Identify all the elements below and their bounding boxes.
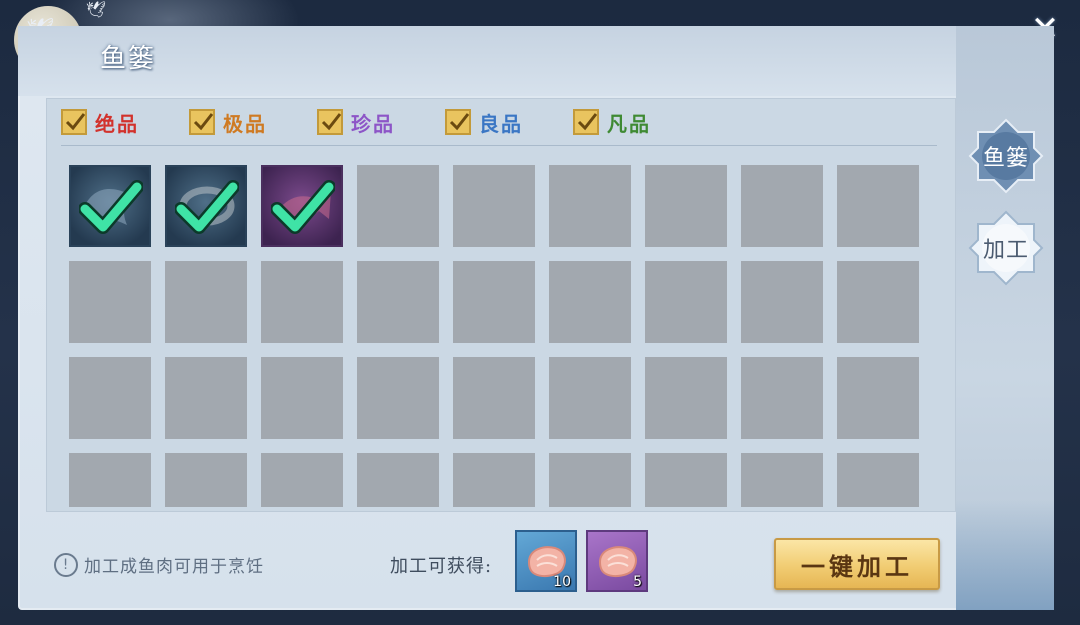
fish-slot-grid [69, 165, 929, 507]
empty-slot[interactable] [741, 261, 823, 343]
reward-item-fish-meat[interactable]: 10 [515, 530, 577, 592]
filter-juepin[interactable]: 绝品 [61, 108, 139, 137]
tab-label: 加工 [982, 238, 1029, 263]
empty-slot[interactable] [357, 453, 439, 507]
window-title: 鱼篓 [100, 44, 157, 74]
empty-slot[interactable] [69, 261, 151, 343]
fish-basket-panel: 鱼篓 绝品 极品 珍品 良品 凡品 ! 加工成鱼肉可用于烹饪 加工可获得: 10… [18, 26, 1054, 610]
fish-slot-manta-ray[interactable] [69, 165, 151, 247]
empty-slot[interactable] [69, 453, 151, 507]
empty-slot[interactable] [165, 261, 247, 343]
checkmark-icon [271, 180, 335, 234]
empty-slot[interactable] [837, 261, 919, 343]
one-click-process-button[interactable]: 一键加工 [774, 538, 940, 590]
filter-label: 绝品 [95, 111, 139, 136]
filter-label: 极品 [223, 111, 267, 136]
checkbox-icon[interactable] [317, 109, 343, 135]
reward-count: 10 [553, 574, 571, 590]
empty-slot[interactable] [453, 453, 535, 507]
empty-slot[interactable] [453, 261, 535, 343]
filter-jipin[interactable]: 极品 [189, 108, 267, 137]
empty-slot[interactable] [645, 453, 727, 507]
checkbox-icon[interactable] [189, 109, 215, 135]
checkbox-icon[interactable] [445, 109, 471, 135]
filter-label: 良品 [479, 111, 523, 136]
empty-slot[interactable] [837, 453, 919, 507]
filter-zhenpin[interactable]: 珍品 [317, 108, 395, 137]
hint-text: 加工成鱼肉可用于烹饪 [84, 557, 264, 577]
info-icon: ! [54, 552, 78, 577]
checkbox-icon[interactable] [61, 109, 87, 135]
empty-slot[interactable] [549, 357, 631, 439]
tab-process[interactable]: 加工 [968, 210, 1044, 286]
hint: ! 加工成鱼肉可用于烹饪 [54, 552, 264, 577]
empty-slot[interactable] [357, 165, 439, 247]
reward-count: 5 [633, 574, 642, 590]
empty-slot[interactable] [357, 357, 439, 439]
empty-slot[interactable] [741, 453, 823, 507]
fish-slot-betta-fish[interactable] [261, 165, 343, 247]
empty-slot[interactable] [357, 261, 439, 343]
empty-slot[interactable] [261, 453, 343, 507]
empty-slot[interactable] [549, 165, 631, 247]
empty-slot[interactable] [549, 261, 631, 343]
fish-slot-eel[interactable] [165, 165, 247, 247]
empty-slot[interactable] [645, 357, 727, 439]
empty-slot[interactable] [549, 453, 631, 507]
empty-slot[interactable] [453, 165, 535, 247]
empty-slot[interactable] [741, 357, 823, 439]
footer-bar: ! 加工成鱼肉可用于烹饪 加工可获得: 10 5 一键加工 [18, 516, 1054, 610]
filter-liangpin[interactable]: 良品 [445, 108, 523, 137]
filter-fanpin[interactable]: 凡品 [573, 108, 651, 137]
empty-slot[interactable] [741, 165, 823, 247]
rarity-filter-bar: 绝品 极品 珍品 良品 凡品 [61, 99, 937, 146]
filter-label: 凡品 [607, 111, 651, 136]
reward-item-fish-meat[interactable]: 5 [586, 530, 648, 592]
checkmark-icon [175, 180, 239, 234]
gain-label: 加工可获得: [390, 556, 493, 577]
title-band [18, 26, 1054, 96]
empty-slot[interactable] [261, 357, 343, 439]
mountain-decoration [956, 500, 1054, 610]
tab-fish-basket[interactable]: 鱼篓 [968, 118, 1044, 194]
empty-slot[interactable] [645, 261, 727, 343]
empty-slot[interactable] [165, 453, 247, 507]
side-tab-bar: 鱼篓 加工 [956, 26, 1054, 610]
checkbox-icon[interactable] [573, 109, 599, 135]
empty-slot[interactable] [837, 357, 919, 439]
filter-label: 珍品 [351, 111, 395, 136]
checkmark-icon [79, 180, 143, 234]
empty-slot[interactable] [165, 357, 247, 439]
empty-slot[interactable] [645, 165, 727, 247]
empty-slot[interactable] [261, 261, 343, 343]
crane-icon: 🕊 [86, 0, 107, 19]
empty-slot[interactable] [453, 357, 535, 439]
fish-inventory-area: 绝品 极品 珍品 良品 凡品 [46, 98, 956, 512]
tab-label: 鱼篓 [982, 146, 1029, 171]
empty-slot[interactable] [69, 357, 151, 439]
empty-slot[interactable] [837, 165, 919, 247]
